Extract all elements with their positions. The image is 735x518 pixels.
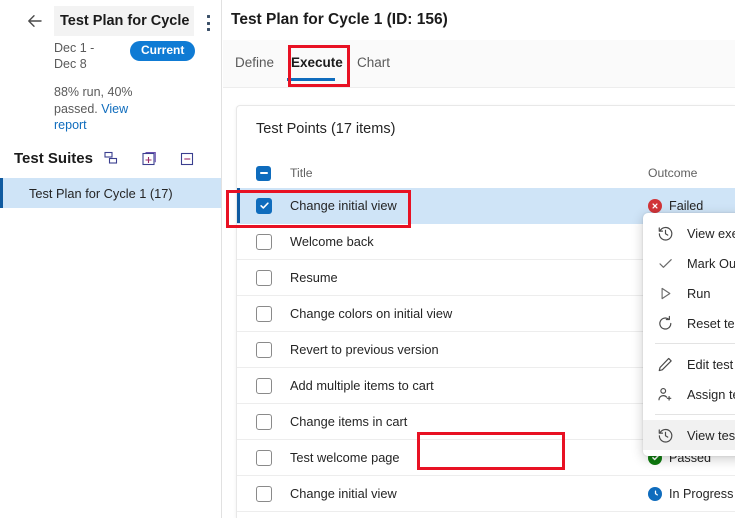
plan-name-text: Test Plan for Cycle 1: [60, 13, 194, 29]
menu-separator: [655, 343, 735, 344]
pencil-icon: [656, 355, 674, 373]
kebab-dot: [207, 22, 210, 25]
select-all-checkbox[interactable]: [256, 166, 271, 181]
context-menu: View execution history Mark Outcome Run Res…: [643, 213, 735, 456]
menu-item-label: Reset test to active: [687, 316, 735, 331]
sidebar-item-label: Test Plan for Cycle 1 (17): [3, 186, 173, 201]
row-checkbox[interactable]: [256, 234, 272, 250]
main-content: Test Plan for Cycle 1 (ID: 156) Define E…: [223, 0, 735, 518]
sidebar-item-test-suite[interactable]: Test Plan for Cycle 1 (17): [0, 178, 221, 208]
row-title: Test welcome page: [290, 450, 400, 465]
tab-bar: Define Execute Chart: [223, 40, 735, 88]
menu-item-label: Run: [687, 286, 710, 301]
status-badge[interactable]: Current: [130, 41, 195, 61]
refresh-icon: [656, 314, 674, 332]
plan-date-row: Dec 1 - Dec 8 Current: [0, 40, 222, 72]
run-stats: 88% run, 40% passed. View report: [0, 84, 160, 134]
test-suites-header: Test Suites: [0, 142, 222, 174]
row-title: Resume: [290, 270, 338, 285]
tab-chart[interactable]: Chart: [354, 50, 393, 75]
menu-item-view-test-result[interactable]: View test result: [643, 420, 735, 450]
row-outcome-label: In Progress: [669, 487, 733, 501]
row-checkbox[interactable]: [256, 378, 272, 394]
row-checkbox[interactable]: [256, 198, 272, 214]
plan-date-end: Dec 8: [54, 56, 120, 72]
column-header-outcome: Outcome: [648, 166, 697, 180]
menu-separator: [655, 414, 735, 415]
row-checkbox[interactable]: [256, 450, 272, 466]
menu-item-view-execution-history[interactable]: View execution history: [643, 218, 735, 248]
person-add-icon: [656, 385, 674, 403]
in-progress-icon: [648, 487, 662, 501]
menu-item-label: View test result: [687, 428, 735, 443]
play-icon: [656, 284, 674, 302]
row-checkbox[interactable]: [256, 342, 272, 358]
row-title: Welcome back: [290, 234, 374, 249]
tab-execute[interactable]: Execute: [288, 50, 346, 75]
menu-item-label: Edit test case: [687, 357, 735, 372]
row-title: Revert to previous version: [290, 342, 439, 357]
indeterminate-mark: [260, 172, 268, 174]
table-header: Title Outcome: [237, 158, 735, 188]
test-plan-screen: Test Plan for Cycle 1 Dec 1 - Dec 8 Curr…: [0, 0, 735, 518]
tab-active-indicator: [287, 78, 335, 81]
history-icon: [656, 426, 674, 444]
row-title: Change items in cart: [290, 414, 407, 429]
menu-item-mark-outcome[interactable]: Mark Outcome: [643, 248, 735, 278]
left-panel: Test Plan for Cycle 1 Dec 1 - Dec 8 Curr…: [0, 0, 222, 518]
row-checkbox[interactable]: [256, 306, 272, 322]
page-title: Test Plan for Cycle 1 (ID: 156): [231, 11, 448, 29]
plan-date-start: Dec 1 -: [54, 40, 120, 56]
table-row[interactable]: Change initial view In Progress: [237, 476, 735, 512]
menu-item-run[interactable]: Run: [643, 278, 735, 308]
row-checkbox[interactable]: [256, 414, 272, 430]
menu-item-reset-test-to-active[interactable]: Reset test to active: [643, 308, 735, 338]
row-checkbox[interactable]: [256, 270, 272, 286]
menu-item-label: Mark Outcome: [687, 256, 735, 271]
suite-hierarchy-icon[interactable]: [101, 147, 123, 169]
plan-meta: Dec 1 - Dec 8 Current 88% run, 40% passe…: [0, 40, 222, 134]
more-vertical-icon[interactable]: [200, 12, 216, 34]
menu-item-edit-test-case[interactable]: Edit test case: [643, 349, 735, 379]
row-title: Change colors on initial view: [290, 306, 452, 321]
collapse-all-icon[interactable]: [177, 147, 199, 169]
row-outcome-label: Failed: [669, 199, 703, 213]
row-title: Change initial view: [290, 198, 397, 213]
menu-item-assign-tester[interactable]: Assign tester: [643, 379, 735, 409]
left-panel-titlebar: Test Plan for Cycle 1: [0, 0, 222, 42]
row-outcome: In Progress: [648, 487, 733, 501]
kebab-dot: [207, 15, 210, 18]
history-icon: [656, 224, 674, 242]
kebab-dot: [207, 28, 210, 31]
test-points-title: Test Points (17 items): [256, 121, 395, 137]
row-title: Add multiple items to cart: [290, 378, 434, 393]
tab-define[interactable]: Define: [232, 50, 277, 75]
column-header-title: Title: [290, 166, 313, 180]
checkmark-icon: [656, 254, 674, 272]
row-checkbox[interactable]: [256, 486, 272, 502]
plan-name: Test Plan for Cycle 1: [54, 6, 194, 36]
back-arrow-icon[interactable]: [18, 4, 52, 38]
menu-item-label: Assign tester: [687, 387, 735, 402]
test-suites-title: Test Suites: [14, 150, 93, 167]
row-title: Change initial view: [290, 486, 397, 501]
row-outcome: Failed: [648, 199, 703, 213]
failed-icon: [648, 199, 662, 213]
plan-date-range: Dec 1 - Dec 8: [54, 40, 120, 72]
expand-all-icon[interactable]: [139, 147, 161, 169]
menu-item-label: View execution history: [687, 226, 735, 241]
